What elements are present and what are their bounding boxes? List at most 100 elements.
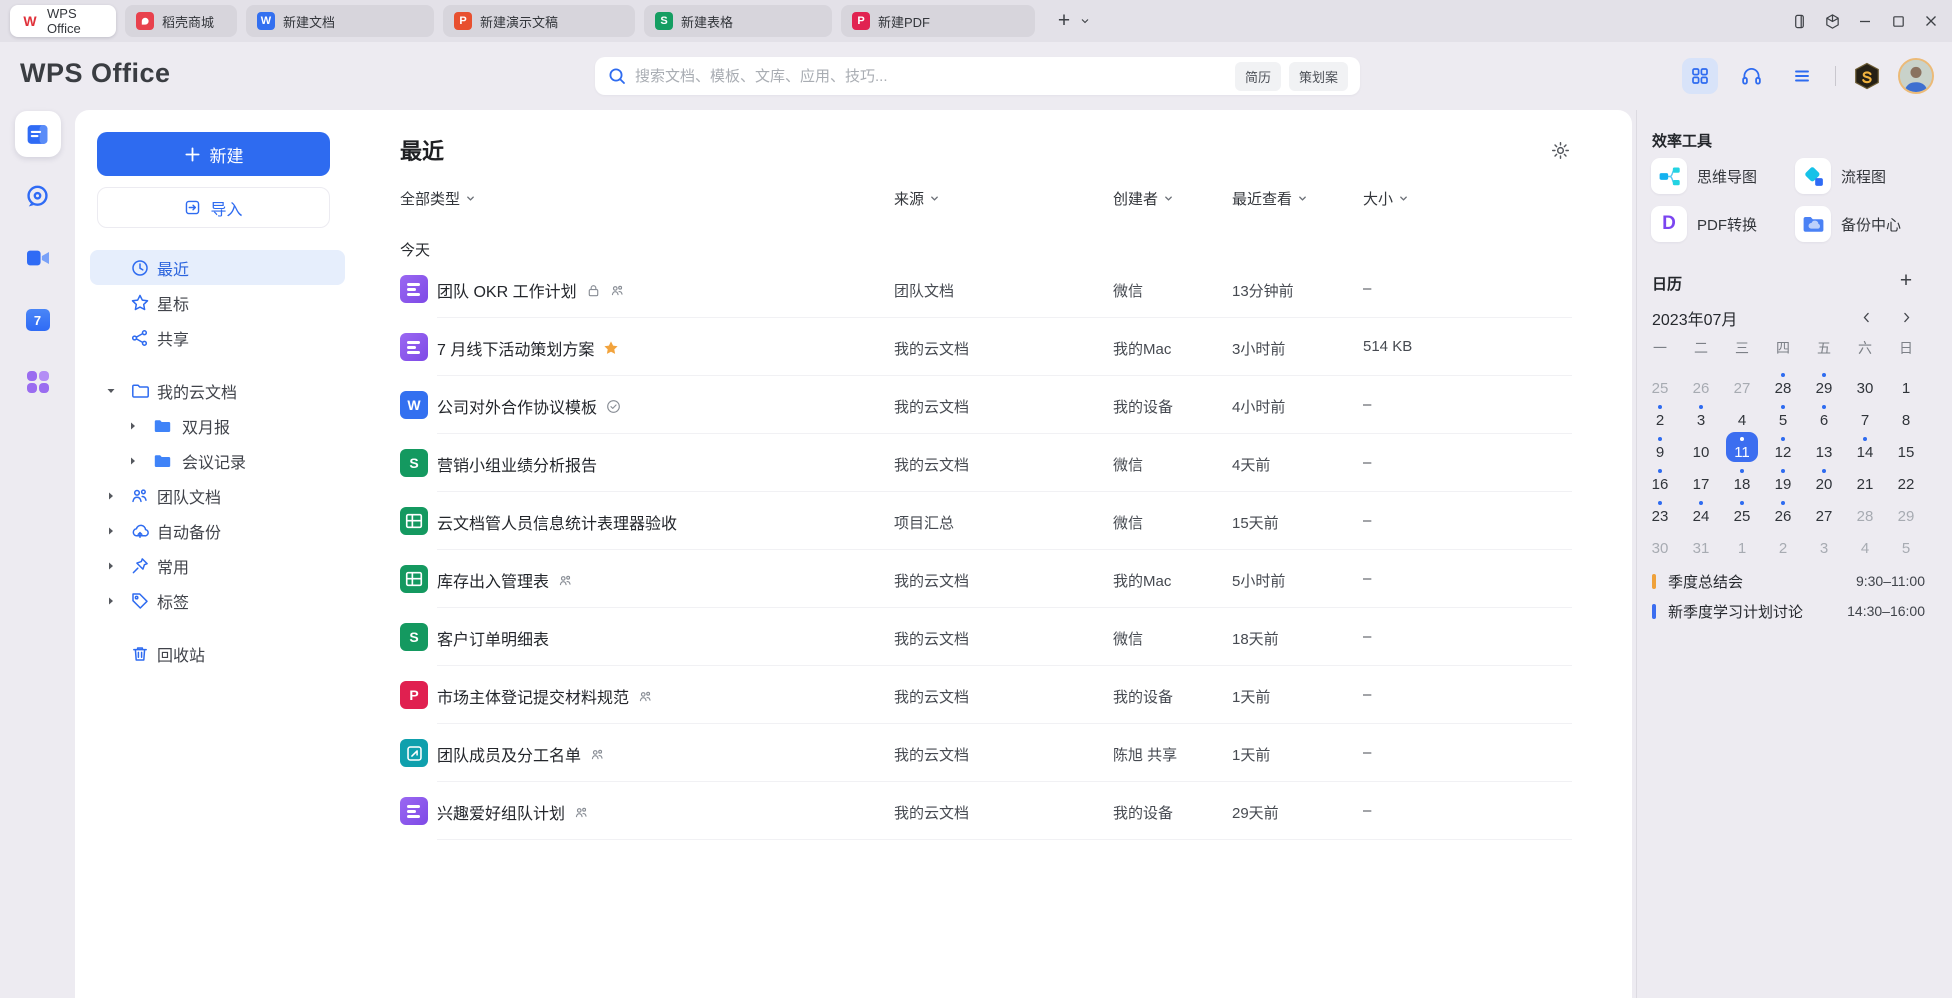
caret-right-icon[interactable]: [128, 456, 138, 466]
calendar-day[interactable]: 12: [1767, 432, 1799, 462]
rail-apps-tab[interactable]: [15, 359, 61, 405]
global-search-bar[interactable]: 简历 策划案: [595, 57, 1360, 95]
user-avatar[interactable]: [1898, 58, 1934, 94]
filter-大小[interactable]: 大小: [1363, 188, 1409, 209]
support-button[interactable]: [1733, 58, 1769, 94]
tab-pdf[interactable]: P新建PDF: [841, 5, 1035, 37]
rail-calendar-tab[interactable]: 7: [15, 297, 61, 343]
sidebar-item-星标[interactable]: 星标: [90, 285, 345, 320]
calendar-day[interactable]: 9: [1644, 432, 1676, 462]
main-menu-button[interactable]: [1784, 58, 1820, 94]
sidebar-item-共享[interactable]: 共享: [90, 320, 345, 355]
calendar-day[interactable]: 21: [1849, 464, 1881, 494]
calendar-day[interactable]: 22: [1890, 464, 1922, 494]
filter-最近查看[interactable]: 最近查看: [1232, 188, 1308, 209]
calendar-day[interactable]: 30: [1849, 368, 1881, 398]
caret-down-icon[interactable]: [106, 386, 116, 396]
tab-sheet[interactable]: S新建表格: [644, 5, 832, 37]
calendar-day[interactable]: 13: [1808, 432, 1840, 462]
calendar-add-button[interactable]: +: [1893, 268, 1919, 294]
search-chip-resume[interactable]: 简历: [1235, 62, 1281, 91]
calendar-day[interactable]: 25: [1644, 368, 1676, 398]
calendar-day[interactable]: 28: [1849, 496, 1881, 526]
membership-badge[interactable]: [1851, 61, 1883, 91]
calendar-day[interactable]: 29: [1890, 496, 1922, 526]
tool-流程图[interactable]: 流程图: [1795, 158, 1886, 194]
tool-思维导图[interactable]: 思维导图: [1651, 158, 1757, 194]
sidebar-item-常用[interactable]: 常用: [90, 548, 345, 583]
search-chip-plan[interactable]: 策划案: [1289, 62, 1348, 91]
file-row[interactable]: S客户订单明细表我的云文档微信18天前–: [400, 608, 1632, 666]
tab-writer[interactable]: W新建文档: [246, 5, 434, 37]
calendar-day[interactable]: 3: [1808, 528, 1840, 558]
close-button[interactable]: [1922, 12, 1940, 30]
calendar-day[interactable]: 4: [1849, 528, 1881, 558]
file-row[interactable]: 云文档管人员信息统计表理器验收项目汇总微信15天前–: [400, 492, 1632, 550]
sidebar-item-团队文档[interactable]: 团队文档: [90, 478, 345, 513]
calendar-day[interactable]: 5: [1890, 528, 1922, 558]
side-panel-button[interactable]: [1790, 12, 1808, 30]
calendar-day[interactable]: 6: [1808, 400, 1840, 430]
calendar-day[interactable]: 4: [1726, 400, 1758, 430]
maximize-button[interactable]: [1889, 12, 1907, 30]
tab-ppt[interactable]: P新建演示文稿: [443, 5, 635, 37]
sidebar-item-双月报[interactable]: 双月报: [90, 408, 345, 443]
calendar-day[interactable]: 14: [1849, 432, 1881, 462]
import-button[interactable]: 导入: [97, 187, 330, 228]
caret-right-icon[interactable]: [106, 491, 116, 501]
calendar-day[interactable]: 20: [1808, 464, 1840, 494]
calendar-day[interactable]: 17: [1685, 464, 1717, 494]
file-row[interactable]: 团队 OKR 工作计划团队文档微信13分钟前–: [400, 260, 1632, 318]
sidebar-item-标签[interactable]: 标签: [90, 583, 345, 618]
calendar-day[interactable]: 10: [1685, 432, 1717, 462]
calendar-day[interactable]: 30: [1644, 528, 1676, 558]
caret-right-icon[interactable]: [106, 596, 116, 606]
minimize-button[interactable]: [1856, 12, 1874, 30]
file-row[interactable]: 7 月线下活动策划方案我的云文档我的Mac3小时前514 KB: [400, 318, 1632, 376]
calendar-day[interactable]: 23: [1644, 496, 1676, 526]
file-row[interactable]: 库存出入管理表我的云文档我的Mac5小时前–: [400, 550, 1632, 608]
calendar-event[interactable]: 季度总结会9:30–11:00: [1652, 570, 1925, 592]
apps-grid-button[interactable]: [1682, 58, 1718, 94]
calendar-day[interactable]: 1: [1890, 368, 1922, 398]
filter-创建者[interactable]: 创建者: [1113, 188, 1174, 209]
calendar-next-button[interactable]: [1895, 306, 1917, 328]
tab-docer[interactable]: 稻壳商城: [125, 5, 237, 37]
calendar-day[interactable]: 24: [1685, 496, 1717, 526]
file-row[interactable]: S营销小组业绩分析报告我的云文档微信4天前–: [400, 434, 1632, 492]
calendar-day[interactable]: 15: [1890, 432, 1922, 462]
calendar-day[interactable]: 26: [1767, 496, 1799, 526]
search-input[interactable]: [635, 68, 1227, 85]
rail-meeting-tab[interactable]: [15, 235, 61, 281]
calendar-day[interactable]: 31: [1685, 528, 1717, 558]
calendar-day-selected[interactable]: 11: [1726, 432, 1758, 462]
caret-right-icon[interactable]: [106, 561, 116, 571]
caret-right-icon[interactable]: [106, 526, 116, 536]
rail-docs-tab[interactable]: [15, 111, 61, 157]
file-row[interactable]: W公司对外合作协议模板我的云文档我的设备4小时前–: [400, 376, 1632, 434]
calendar-day[interactable]: 26: [1685, 368, 1717, 398]
filter-来源[interactable]: 来源: [894, 188, 940, 209]
calendar-event[interactable]: 新季度学习计划讨论14:30–16:00: [1652, 600, 1925, 622]
calendar-day[interactable]: 3: [1685, 400, 1717, 430]
calendar-day[interactable]: 19: [1767, 464, 1799, 494]
tool-PDF转换[interactable]: DPDF转换: [1651, 206, 1757, 242]
list-settings-button[interactable]: [1550, 140, 1574, 164]
sidebar-item-会议记录[interactable]: 会议记录: [90, 443, 345, 478]
tool-备份中心[interactable]: 备份中心: [1795, 206, 1901, 242]
calendar-day[interactable]: 25: [1726, 496, 1758, 526]
sidebar-item-最近[interactable]: 最近: [90, 250, 345, 285]
calendar-day[interactable]: 7: [1849, 400, 1881, 430]
new-tab-button[interactable]: +: [1051, 9, 1077, 33]
file-row[interactable]: 兴趣爱好组队计划我的云文档我的设备29天前–: [400, 782, 1632, 840]
calendar-day[interactable]: 18: [1726, 464, 1758, 494]
new-document-button[interactable]: 新建: [97, 132, 330, 176]
calendar-day[interactable]: 5: [1767, 400, 1799, 430]
calendar-day[interactable]: 27: [1726, 368, 1758, 398]
file-row[interactable]: P市场主体登记提交材料规范我的云文档我的设备1天前–: [400, 666, 1632, 724]
calendar-day[interactable]: 2: [1767, 528, 1799, 558]
calendar-day[interactable]: 28: [1767, 368, 1799, 398]
sidebar-item-我的云文档[interactable]: 我的云文档: [90, 373, 345, 408]
calendar-day[interactable]: 2: [1644, 400, 1676, 430]
sidebar-item-回收站[interactable]: 回收站: [90, 636, 345, 671]
